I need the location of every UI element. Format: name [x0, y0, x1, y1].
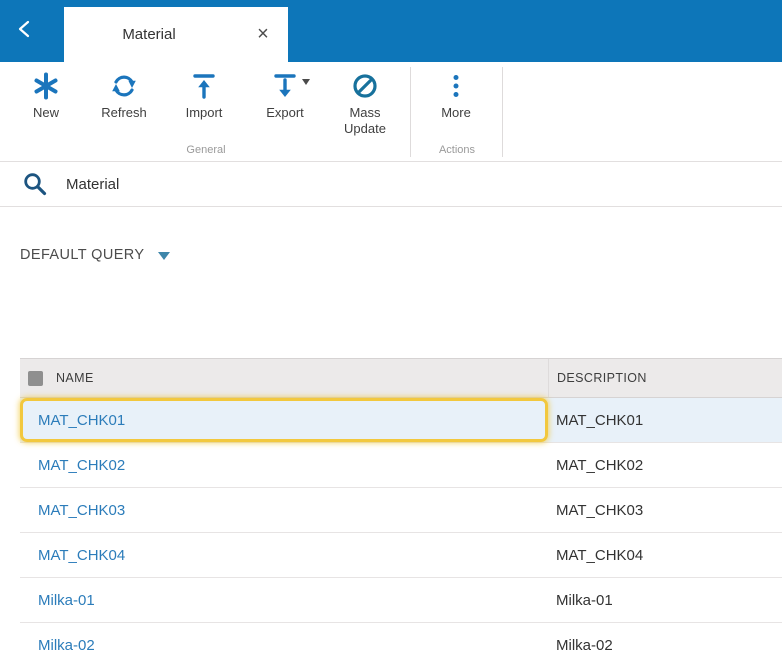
- table-header-name: NAME: [20, 359, 548, 397]
- name-cell: MAT_CHK04: [20, 533, 548, 577]
- material-name-link[interactable]: MAT_CHK04: [38, 547, 125, 564]
- export-button[interactable]: Export: [245, 69, 325, 121]
- table-row[interactable]: MAT_CHK02 MAT_CHK02: [20, 443, 782, 488]
- new-button[interactable]: New: [6, 69, 86, 121]
- description-cell: MAT_CHK01: [556, 411, 644, 429]
- column-header-name[interactable]: NAME: [56, 371, 94, 385]
- search-bar: [0, 162, 782, 207]
- search-icon: [22, 171, 48, 197]
- refresh-button[interactable]: Refresh: [84, 69, 164, 121]
- toolbar: New Refresh Import Export Mass Update Mo…: [0, 62, 782, 162]
- toolbar-separator: [502, 67, 503, 157]
- table-row[interactable]: MAT_CHK01 MAT_CHK01: [20, 398, 782, 443]
- material-name-link[interactable]: MAT_CHK03: [38, 502, 125, 519]
- mass-update-button[interactable]: Mass Update: [325, 69, 405, 138]
- export-icon: [270, 69, 310, 103]
- name-cell: Milka-01: [20, 578, 548, 622]
- name-cell: MAT_CHK01: [20, 398, 548, 442]
- material-name-link[interactable]: Milka-02: [38, 637, 95, 654]
- more-button[interactable]: More: [416, 69, 496, 121]
- title-bar: Material ×: [0, 0, 782, 62]
- material-name-link[interactable]: Milka-01: [38, 592, 95, 609]
- description-cell: Milka-02: [556, 636, 613, 654]
- toolbar-separator: [410, 67, 411, 157]
- new-button-label: New: [32, 105, 59, 120]
- mass-update-button-label: Mass Update: [344, 105, 386, 137]
- table-row[interactable]: Milka-02 Milka-02: [20, 623, 782, 667]
- name-cell: MAT_CHK02: [20, 443, 548, 487]
- table-row[interactable]: Milka-01 Milka-01: [20, 578, 782, 623]
- description-cell: MAT_CHK02: [556, 456, 644, 474]
- tab-material[interactable]: Material ×: [64, 7, 288, 62]
- close-icon[interactable]: ×: [248, 7, 278, 62]
- column-header-description[interactable]: DESCRIPTION: [557, 371, 647, 385]
- toolbar-group-general: General: [186, 144, 226, 156]
- refresh-button-label: Refresh: [101, 105, 147, 120]
- import-icon: [189, 69, 219, 103]
- material-name-link[interactable]: MAT_CHK02: [38, 457, 125, 474]
- export-button-label: Export: [266, 105, 304, 120]
- more-icon: [441, 69, 471, 103]
- toolbar-group-actions: Actions: [438, 144, 476, 156]
- material-name-link[interactable]: MAT_CHK01: [38, 412, 125, 429]
- more-button-label: More: [441, 105, 471, 120]
- import-button[interactable]: Import: [164, 69, 244, 121]
- description-cell: MAT_CHK03: [556, 501, 644, 519]
- chevron-down-icon: [158, 252, 171, 260]
- chevron-down-icon[interactable]: [302, 79, 310, 85]
- table-row[interactable]: MAT_CHK03 MAT_CHK03: [20, 488, 782, 533]
- material-table: NAME DESCRIPTION MAT_CHK01 MAT_CHK01 MAT…: [20, 358, 782, 667]
- description-cell: MAT_CHK04: [556, 546, 644, 564]
- refresh-icon: [109, 69, 139, 103]
- table-header-row: NAME DESCRIPTION: [20, 358, 782, 398]
- description-cell: Milka-01: [556, 591, 613, 609]
- chevron-left-icon: [14, 17, 38, 46]
- query-selector-label: DEFAULT QUERY: [20, 247, 145, 263]
- search-input[interactable]: [66, 175, 466, 193]
- asterisk-icon: [31, 69, 61, 103]
- table-row[interactable]: MAT_CHK04 MAT_CHK04: [20, 533, 782, 578]
- select-all-checkbox[interactable]: [28, 370, 43, 386]
- back-button[interactable]: [10, 15, 42, 47]
- table-header-description: DESCRIPTION: [548, 359, 782, 397]
- mass-update-icon: [350, 69, 380, 103]
- import-button-label: Import: [185, 105, 223, 120]
- name-cell: MAT_CHK03: [20, 488, 548, 532]
- name-cell: Milka-02: [20, 623, 548, 667]
- tab-title: Material: [122, 26, 176, 43]
- query-selector[interactable]: DEFAULT QUERY: [0, 207, 782, 270]
